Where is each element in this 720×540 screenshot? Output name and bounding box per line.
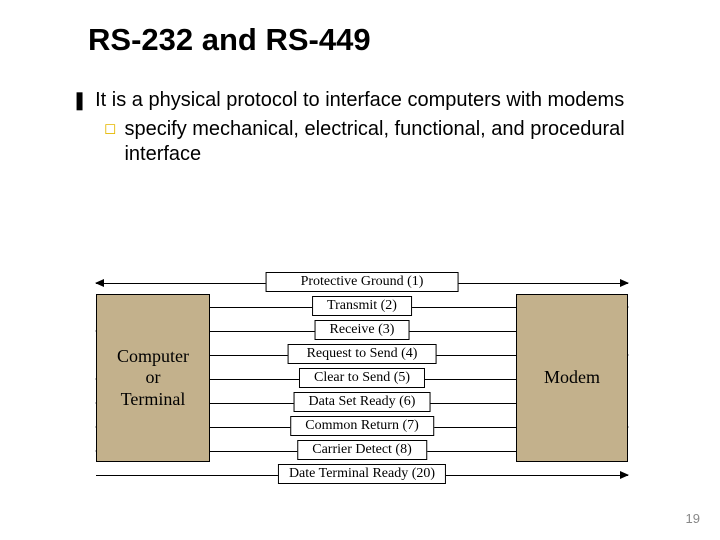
signal-row: Date Terminal Ready (20)	[96, 464, 628, 486]
signal-label: Transmit (2)	[312, 296, 412, 316]
signal-label: Common Return (7)	[290, 416, 434, 436]
signal-label: Protective Ground (1)	[266, 272, 459, 292]
signal-label: Date Terminal Ready (20)	[278, 464, 446, 484]
signal-label: Carrier Detect (8)	[297, 440, 427, 460]
bullet-symbol-y: ◻	[104, 117, 116, 167]
signal-label: Receive (3)	[315, 320, 410, 340]
signal-row: Protective Ground (1)	[96, 272, 628, 294]
signal-label: Data Set Ready (6)	[294, 392, 431, 412]
slide-root: RS-232 and RS-449 ❚ It is a physical pro…	[0, 0, 720, 540]
page-number: 19	[686, 511, 700, 526]
rs232-diagram: Protective Ground (1) Transmit (2) Recei…	[96, 272, 628, 492]
arrow-right-icon	[620, 279, 629, 287]
box-line: Terminal	[121, 389, 186, 411]
box-line: or	[146, 367, 161, 389]
modem-box: Modem	[516, 294, 628, 462]
signal-label: Request to Send (4)	[288, 344, 437, 364]
arrow-right-icon	[620, 471, 629, 479]
signal-label: Clear to Send (5)	[299, 368, 425, 388]
bullet-level2: ◻ specify mechanical, electrical, functi…	[104, 117, 662, 167]
bullet-symbol-z: ❚	[72, 88, 87, 113]
box-line: Computer	[117, 346, 189, 368]
bullet-level1: ❚ It is a physical protocol to interface…	[72, 88, 662, 113]
bullet-level1-text: It is a physical protocol to interface c…	[95, 88, 624, 113]
computer-terminal-box: Computer or Terminal	[96, 294, 210, 462]
bullet-level2-text: specify mechanical, electrical, function…	[124, 117, 662, 167]
box-line: Modem	[544, 367, 600, 389]
arrow-left-icon	[95, 279, 104, 287]
bullet-list: ❚ It is a physical protocol to interface…	[72, 88, 662, 167]
slide-title: RS-232 and RS-449	[88, 22, 371, 58]
